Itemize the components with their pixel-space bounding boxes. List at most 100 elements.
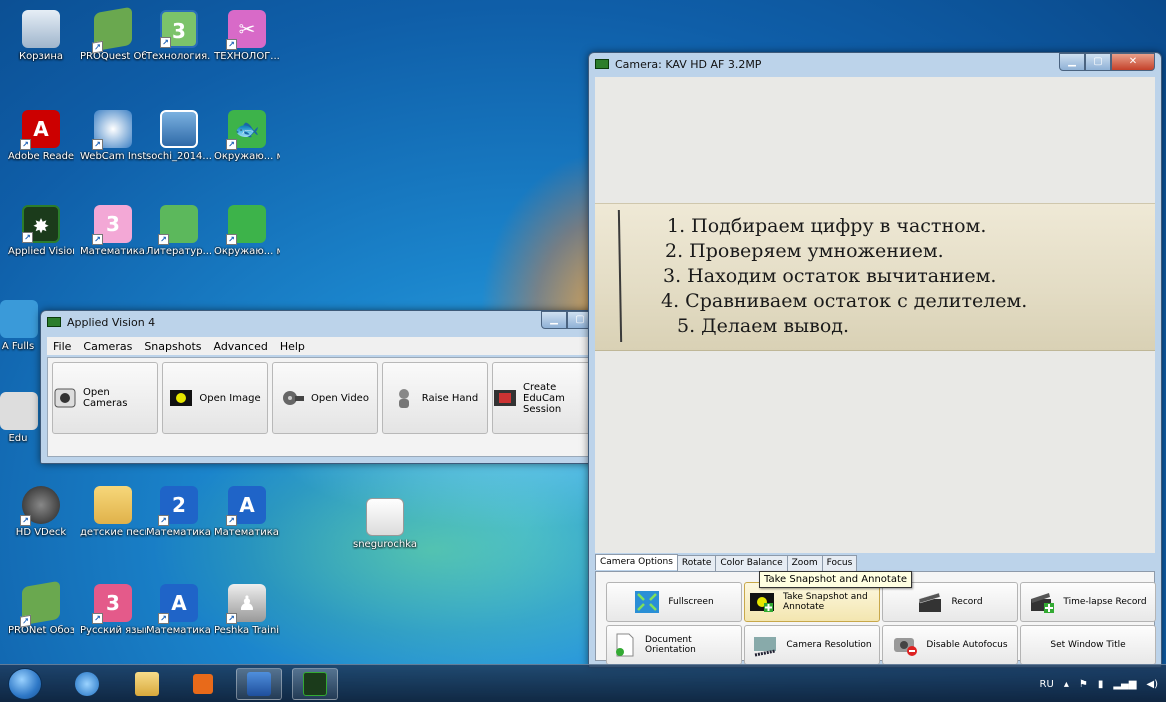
maximize-button[interactable]: ▢ bbox=[1085, 53, 1111, 71]
camera-resolution-button[interactable]: Camera Resolution bbox=[744, 625, 880, 665]
time-lapse-record-button[interactable]: Time-lapse Record bbox=[1020, 582, 1156, 622]
camera-options-grid: Fullscreen Take Snapshot and Annotate Re… bbox=[606, 582, 1156, 665]
tab-zoom[interactable]: Zoom bbox=[786, 555, 823, 571]
open-video-button[interactable]: Open Video bbox=[272, 362, 378, 434]
desktop-icon-label: Математика 3 класс (ч.1) bbox=[146, 527, 212, 538]
language-indicator[interactable]: RU bbox=[1040, 679, 1054, 690]
close-button[interactable]: ✕ bbox=[1111, 53, 1155, 71]
people-icon: ↗ bbox=[226, 205, 266, 245]
desktop-icon-webcam-installer[interactable]: ↗ WebCam Installer 4.041 bbox=[80, 110, 146, 162]
leaf-icon: ↗ bbox=[158, 205, 198, 245]
menu-help[interactable]: Help bbox=[274, 340, 311, 353]
take-snapshot-annotate-button[interactable]: Take Snapshot and Annotate bbox=[744, 582, 880, 622]
disable-autofocus-button[interactable]: Disable Autofocus bbox=[882, 625, 1018, 665]
minimize-button[interactable]: ▁ bbox=[541, 311, 567, 329]
desktop-icon-adobe-reader[interactable]: A↗ Adobe Reader XI bbox=[8, 110, 74, 162]
document-line: 5. Делаем вывод. bbox=[677, 315, 850, 337]
camera-app-icon bbox=[595, 59, 609, 69]
desktop-icon-technolog[interactable]: ✂ ↗ ТЕХНОЛОГ... bbox=[214, 10, 280, 62]
taskbar-word[interactable] bbox=[236, 668, 282, 700]
document-orientation-button[interactable]: Document Orientation bbox=[606, 625, 742, 665]
textbook-icon: 3 ↗ bbox=[160, 10, 198, 48]
math-compass-icon: A ↗ bbox=[158, 584, 198, 624]
taskbar-applied-vision[interactable] bbox=[292, 668, 338, 700]
desktop-icon-world-3b[interactable]: ↗ Окружаю... мир 3 клас... bbox=[214, 205, 280, 257]
media-player-icon bbox=[193, 674, 213, 694]
desktop-icon-label: snegurochka bbox=[353, 539, 417, 550]
adobe-reader-icon: A ↗ bbox=[20, 110, 60, 150]
webcam-icon: ↗ bbox=[92, 110, 132, 150]
desktop-icon-proquest[interactable]: ↗ PROQuest Обозреват... bbox=[80, 6, 146, 62]
set-window-title-button[interactable]: Set Window Title bbox=[1020, 625, 1156, 665]
math-2-5-icon: 2 ↗ bbox=[158, 486, 198, 526]
desktop-icon-label: Литератур... чтение 3 к... bbox=[146, 246, 212, 257]
folder-icon bbox=[135, 672, 159, 696]
desktop-icon-peshka[interactable]: ♟↗ Peshka Traini... bbox=[214, 584, 280, 636]
desktop-icon-label: ТЕХНОЛОГ... bbox=[214, 51, 280, 62]
tab-color-balance[interactable]: Color Balance bbox=[715, 555, 788, 571]
tab-camera-options[interactable]: Camera Options bbox=[595, 554, 678, 570]
camera-preview[interactable]: 1. Подбираем цифру в частном. 2. Проверя… bbox=[595, 77, 1155, 553]
chess-pawn-icon: ♟ ↗ bbox=[226, 584, 266, 624]
desktop-icon-sochi[interactable]: sochi_2014... bbox=[146, 110, 212, 162]
desktop-icon-label: Peshka Traini... bbox=[214, 625, 280, 636]
applied-vision-window[interactable]: Applied Vision 4 ▁ ▢ File Cameras Snapsh… bbox=[40, 310, 600, 464]
desktop-icon-pronet[interactable]: ↗ PRONet Обозреват... bbox=[8, 580, 74, 636]
menu-file[interactable]: File bbox=[47, 340, 77, 353]
taskbar-explorer[interactable] bbox=[124, 668, 170, 700]
desktop-icon-kids-songs[interactable]: детские песни bbox=[80, 486, 146, 538]
network-signal-icon[interactable]: ▂▄▆ bbox=[1113, 679, 1136, 690]
desktop-icon-literature[interactable]: ↗ Литератур... чтение 3 к... bbox=[146, 205, 212, 257]
menu-advanced[interactable]: Advanced bbox=[207, 340, 273, 353]
main-toolbar: Open Cameras Open Image Open Video Raise… bbox=[47, 357, 593, 457]
start-button[interactable] bbox=[8, 668, 42, 700]
desktop-icon-recycle-bin[interactable]: Корзина bbox=[8, 10, 74, 62]
desktop-icon-snegurochka[interactable]: snegurochka bbox=[352, 498, 418, 550]
desktop-icon-technology-3[interactable]: 3↗ Технология. 3 класс (Н... bbox=[146, 10, 212, 62]
taskbar-media-player[interactable] bbox=[180, 668, 226, 700]
desktop-icon-math-3-2[interactable]: A↗ Математика 3 класс (ч.2) bbox=[146, 584, 212, 636]
open-cameras-button[interactable]: Open Cameras bbox=[52, 362, 158, 434]
desktop-icon-label: HD VDeck bbox=[15, 527, 67, 538]
desktop-icon-math-3-1[interactable]: 2↗ Математика 3 класс (ч.1) bbox=[146, 486, 212, 538]
menu-bar: File Cameras Snapshots Advanced Help bbox=[47, 337, 593, 355]
document-orientation-icon bbox=[616, 633, 634, 657]
fish-icon: 🐟 ↗ bbox=[226, 110, 266, 150]
show-hidden-icons-icon[interactable]: ▴ bbox=[1064, 679, 1069, 690]
desktop-icon-math-3m[interactable]: 3↗ Математика. 3 класс (М... bbox=[80, 205, 146, 257]
educam-icon bbox=[0, 392, 38, 430]
tab-focus[interactable]: Focus bbox=[821, 555, 858, 571]
desktop-icon-world-3a[interactable]: 🐟↗ Окружаю... мир 3 клас... bbox=[214, 110, 280, 162]
document-text: 1. Подбираем цифру в частном. 2. Проверя… bbox=[655, 214, 1027, 339]
menu-cameras[interactable]: Cameras bbox=[77, 340, 138, 353]
desktop-icon-fullscreen-partial[interactable]: A Fulls bbox=[0, 300, 38, 352]
desktop-icon-russian-3[interactable]: 3↗ Русский язык. 3 к... bbox=[80, 584, 146, 636]
desktop-icon-label: Русский язык. 3 к... bbox=[80, 625, 146, 636]
fullscreen-button[interactable]: Fullscreen bbox=[606, 582, 742, 622]
open-image-button[interactable]: Open Image bbox=[162, 362, 268, 434]
desktop-icon-hd-vdeck[interactable]: ↗ HD VDeck bbox=[8, 486, 74, 538]
menu-snapshots[interactable]: Snapshots bbox=[138, 340, 207, 353]
recycle-bin-icon bbox=[22, 10, 60, 48]
create-educam-session-button[interactable]: Create EduCam Session bbox=[492, 362, 592, 434]
raise-hand-button[interactable]: Raise Hand bbox=[382, 362, 488, 434]
minimize-button[interactable]: ▁ bbox=[1059, 53, 1085, 71]
clapperboard-icon bbox=[919, 592, 942, 612]
record-button[interactable]: Record bbox=[882, 582, 1018, 622]
applied-vision-app-icon bbox=[47, 317, 61, 327]
desktop-icon-applied-vision[interactable]: ✸↗ Applied Vision 4 bbox=[8, 205, 74, 257]
desktop-icon-educam-partial[interactable]: Edu bbox=[0, 392, 38, 444]
applied-vision-titlebar[interactable]: Applied Vision 4 bbox=[41, 311, 599, 333]
battery-icon[interactable]: ▮ bbox=[1098, 679, 1104, 690]
word-icon bbox=[247, 672, 271, 696]
volume-icon[interactable]: ◀) bbox=[1146, 679, 1158, 690]
presentation-icon bbox=[160, 110, 198, 148]
action-center-flag-icon[interactable]: ⚑ bbox=[1079, 679, 1088, 690]
button-label: Create EduCam Session bbox=[523, 381, 565, 415]
window-controls: ▁ ▢ ✕ bbox=[1059, 53, 1155, 71]
applied-vision-icon bbox=[303, 672, 327, 696]
desktop-icon-math-2-2[interactable]: A↗ Математика 2 класс (ч.2) bbox=[214, 486, 280, 538]
taskbar-internet-explorer[interactable] bbox=[64, 668, 110, 700]
tab-rotate[interactable]: Rotate bbox=[676, 555, 717, 571]
desktop-icon-label: Adobe Reader XI bbox=[8, 151, 74, 162]
